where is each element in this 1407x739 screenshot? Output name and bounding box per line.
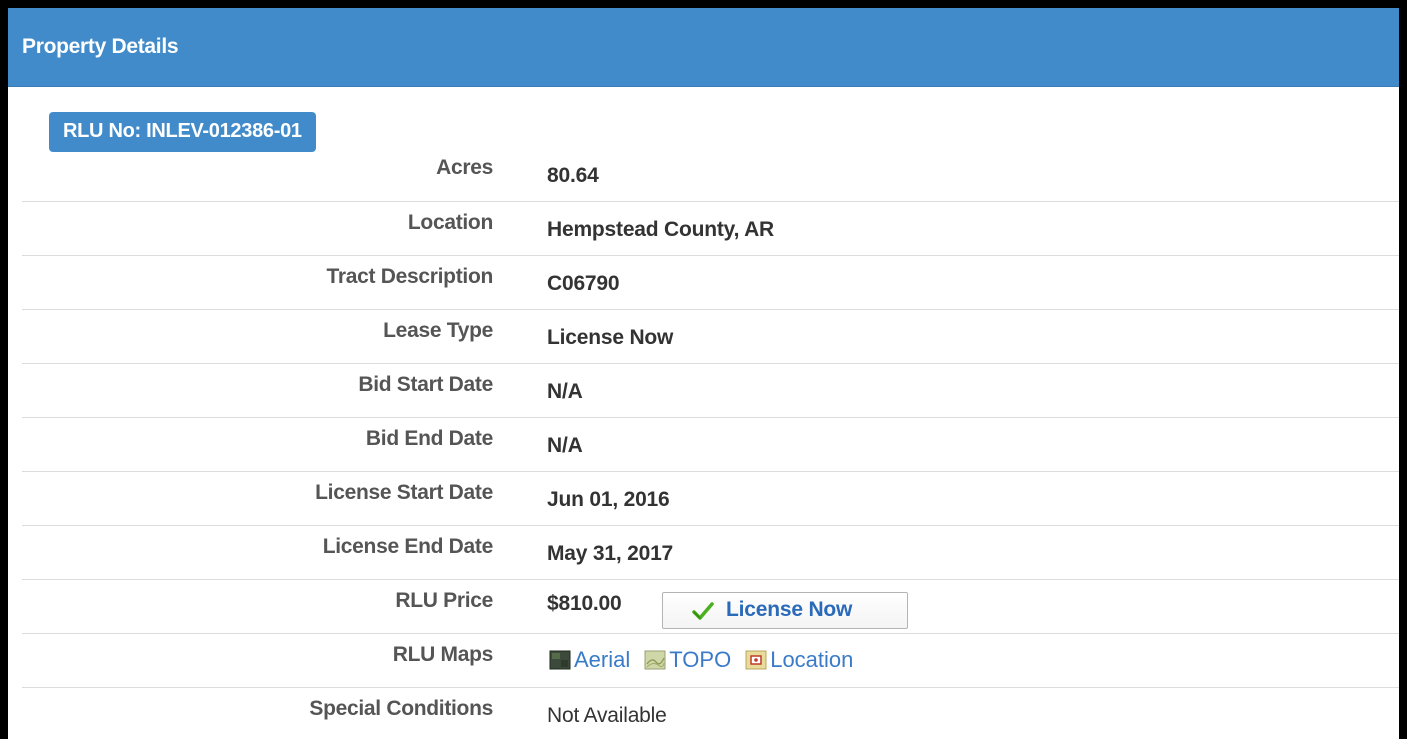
license-now-button-label: License Now — [726, 598, 853, 621]
lease-type-label: Lease Type — [383, 319, 493, 342]
row-special-conditions: Special Conditions Not Available — [22, 687, 1399, 739]
license-end-date-value: May 31, 2017 — [547, 542, 674, 565]
acres-value: 80.64 — [547, 164, 599, 187]
topo-map-link[interactable]: TOPO — [644, 647, 731, 673]
aerial-map-link-text: Aerial — [574, 647, 631, 672]
license-start-date-value: Jun 01, 2016 — [547, 488, 670, 511]
topo-map-link-text: TOPO — [669, 647, 732, 672]
aerial-map-link[interactable]: Aerial — [549, 647, 630, 673]
rlu-map-links: Aerial TOPO Location — [549, 647, 867, 673]
lease-type-value: License Now — [547, 326, 674, 349]
row-location: Location Hempstead County, AR — [22, 201, 1399, 255]
location-map-icon — [745, 650, 767, 670]
row-acres: Acres 80.64 — [22, 154, 1399, 201]
row-rlu-price: RLU Price $810.00 License Now — [22, 579, 1399, 633]
row-tract-description: Tract Description C06790 — [22, 255, 1399, 309]
special-conditions-value: Not Available — [547, 704, 667, 727]
aerial-map-icon — [549, 650, 571, 670]
rlu-price-label: RLU Price — [395, 589, 493, 612]
rlu-number-badge: RLU No: INLEV-012386-01 — [49, 112, 316, 152]
license-start-date-label: License Start Date — [315, 481, 493, 504]
panel-body: RLU No: INLEV-012386-01 Acres 80.64 Loca… — [8, 87, 1399, 739]
property-details-panel: Property Details RLU No: INLEV-012386-01… — [8, 8, 1399, 739]
bid-end-date-label: Bid End Date — [365, 427, 493, 450]
location-label: Location — [407, 211, 493, 234]
row-license-end-date: License End Date May 31, 2017 — [22, 525, 1399, 579]
row-bid-end-date: Bid End Date N/A — [22, 417, 1399, 471]
location-map-link[interactable]: Location — [745, 647, 853, 673]
row-lease-type: Lease Type License Now — [22, 309, 1399, 363]
location-map-link-text: Location — [770, 647, 854, 672]
rlu-price-value: $810.00 — [547, 592, 622, 615]
details-table: Acres 80.64 Location Hempstead County, A… — [22, 154, 1399, 739]
rlu-maps-label: RLU Maps — [392, 643, 494, 666]
bid-end-date-value: N/A — [547, 434, 583, 457]
topo-map-icon — [644, 650, 666, 670]
row-rlu-maps: RLU Maps Aerial TOPO Location — [22, 633, 1399, 687]
license-end-date-label: License End Date — [322, 535, 494, 558]
panel-header: Property Details — [8, 8, 1399, 87]
checkmark-icon — [692, 602, 714, 620]
location-value: Hempstead County, AR — [547, 218, 775, 241]
row-bid-start-date: Bid Start Date N/A — [22, 363, 1399, 417]
acres-label: Acres — [436, 156, 493, 179]
bid-start-date-label: Bid Start Date — [358, 373, 493, 396]
row-license-start-date: License Start Date Jun 01, 2016 — [22, 471, 1399, 525]
license-now-button[interactable]: License Now — [662, 592, 908, 629]
tract-description-label: Tract Description — [326, 265, 494, 288]
tract-description-value: C06790 — [547, 272, 620, 295]
special-conditions-label: Special Conditions — [309, 697, 493, 720]
bid-start-date-value: N/A — [547, 380, 583, 403]
panel-title: Property Details — [22, 35, 179, 58]
